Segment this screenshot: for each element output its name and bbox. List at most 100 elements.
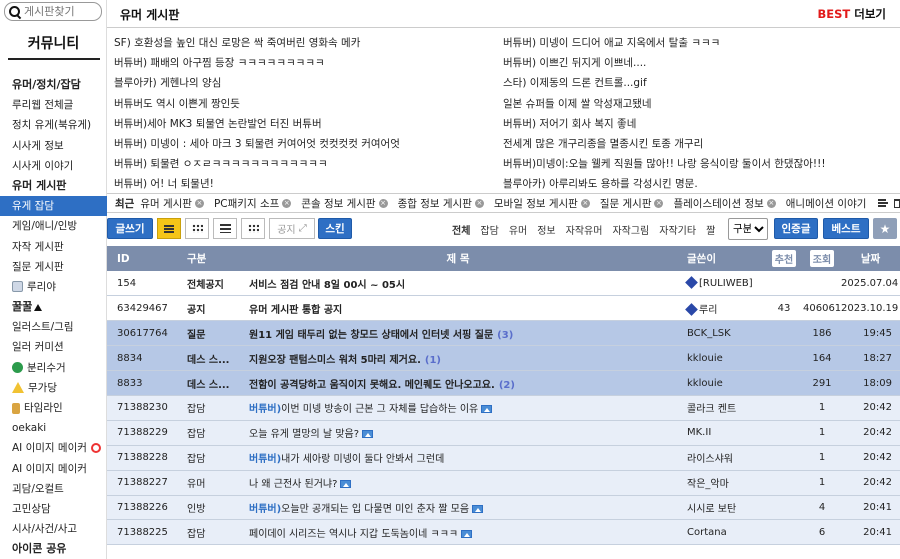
- recent-board-item[interactable]: 유머 게시판 ×: [140, 196, 204, 211]
- close-icon[interactable]: ×: [282, 198, 292, 208]
- best-post-link[interactable]: 버튜버) 저어기 회사 복지 좋네: [503, 114, 883, 134]
- col-recommend[interactable]: 추천: [765, 246, 803, 271]
- best-post-link[interactable]: 버튜버) 퇴물련 ㅇㅈㄹㅋㅋㅋㅋㅋㅋㅋㅋㅋㅋㅋㅋ: [114, 154, 494, 174]
- post-subject-link[interactable]: 지원오장 팬텀스미스 워처 5마리 제거요.: [249, 355, 421, 366]
- close-icon[interactable]: ×: [580, 198, 590, 208]
- menu-icon[interactable]: [878, 199, 889, 207]
- search-icon[interactable]: [9, 5, 21, 18]
- sidebar-item[interactable]: 시사/사건/사고: [0, 519, 107, 539]
- best-post-link[interactable]: 버튜버) 미넹이 : 세아 마크 3 퇴물련 커여어엇 컷컷컷컷 커여어엇: [114, 134, 494, 154]
- sidebar-item[interactable]: 고민상담: [0, 499, 107, 519]
- view-grid-button[interactable]: [185, 218, 209, 239]
- post-author[interactable]: 시시로 보탄: [687, 504, 736, 515]
- best-post-link[interactable]: 스타) 이제동의 드론 컨트롤...gif: [503, 73, 883, 93]
- post-author[interactable]: kklouie: [687, 353, 723, 364]
- recent-board-item[interactable]: 애니메이션 이야기: [786, 196, 867, 211]
- filter-tab[interactable]: 잡담: [480, 222, 498, 237]
- sidebar-item[interactable]: 괴담/오컬트: [0, 479, 107, 499]
- table-row[interactable]: 30617764 질문 원11 게임 태두리 없는 창모드 상태에서 인터넷 서핑 …: [107, 320, 900, 347]
- post-author[interactable]: kklouie: [687, 378, 723, 389]
- table-row[interactable]: 8833 데스 스... 전함이 공격당하고 움직이지 못해요. 메인퀘도 안나오고…: [107, 370, 900, 396]
- trash-icon[interactable]: [893, 198, 900, 208]
- best-posts-button[interactable]: 베스트: [823, 218, 869, 239]
- post-subject-link[interactable]: 내가 세아랑 미넹이 둘다 안봐서 그런데: [281, 454, 444, 465]
- filter-tab[interactable]: 유머: [509, 222, 527, 237]
- post-author[interactable]: [RULIWEB]: [699, 278, 753, 289]
- sidebar-item[interactable]: 루리웹 전체글: [0, 95, 107, 115]
- table-row[interactable]: 154 전체공지 서비스 점검 안내 8일 00시 ~ 05시 [RULIWEB] 20…: [107, 271, 900, 297]
- sidebar-item[interactable]: 시사게 정보: [0, 136, 107, 156]
- close-icon[interactable]: ×: [654, 198, 664, 208]
- post-subject-link[interactable]: 이번 미넹 방송이 근본 그 자체를 답습하는 이유: [281, 404, 478, 415]
- best-post-link[interactable]: 버튜버) 미넹이 드디어 애교 지옥에서 탈출 ㅋㅋㅋ: [503, 33, 883, 53]
- sidebar-item[interactable]: 유게 잡담: [0, 196, 107, 217]
- board-search-box[interactable]: [4, 2, 102, 21]
- table-row[interactable]: 8834 데스 스... 지원오장 팬텀스미스 워처 5마리 제거요. (1) kklo…: [107, 345, 900, 372]
- view-list-button[interactable]: [157, 218, 181, 239]
- filter-tab[interactable]: 전체: [452, 222, 470, 237]
- filter-tab[interactable]: 정보: [537, 222, 555, 237]
- sidebar-item[interactable]: 정치 유게(북유게): [0, 115, 107, 135]
- notice-toggle-button[interactable]: 공지 ⤢: [269, 218, 315, 239]
- comment-count[interactable]: (1): [425, 355, 441, 366]
- best-post-link[interactable]: 블루아카) 아루리봐도 용하를 각성시킨 명문.: [503, 174, 883, 194]
- post-author[interactable]: Cortana: [687, 527, 727, 538]
- post-author[interactable]: 루리: [699, 305, 717, 316]
- certified-posts-button[interactable]: 인증글: [774, 218, 818, 239]
- filter-tab[interactable]: 짤: [706, 222, 715, 237]
- best-post-link[interactable]: 버튜버) 어! 너 퇴물년!: [114, 174, 494, 194]
- sidebar-item[interactable]: 일러스트/그림: [0, 317, 107, 337]
- sidebar-item[interactable]: 시사게 이야기: [0, 156, 107, 176]
- post-subject-link[interactable]: 페이데이 시리즈는 역시나 지갑 도둑놈이네 ㅋㅋㅋ: [249, 529, 458, 540]
- close-icon[interactable]: ×: [474, 198, 484, 208]
- post-author[interactable]: BCK_LSK: [687, 328, 731, 339]
- best-post-link[interactable]: 버튜버)미넹이:오늘 웰케 직원들 많아!! 나랑 응식이랑 둘이서 한댔잖아!…: [503, 154, 883, 174]
- close-icon[interactable]: ×: [378, 198, 388, 208]
- table-row[interactable]: 63429467 공지 유머 게시판 통합 공지 루리 43 406061 2023.10.…: [107, 295, 900, 322]
- view-compact-button[interactable]: [213, 218, 237, 239]
- post-author[interactable]: MK.II: [687, 427, 711, 438]
- best-post-link[interactable]: 버튜버)세아 MK3 퇴물연 논란발언 터진 버튜버: [114, 114, 494, 134]
- recent-board-item[interactable]: 모바일 정보 게시판 ×: [494, 196, 590, 211]
- comment-count[interactable]: (3): [497, 330, 513, 341]
- best-post-link[interactable]: SF) 호환성을 높인 대신 로망은 싹 죽여버린 영화속 메카: [114, 33, 494, 53]
- table-row[interactable]: 71388226 인방 버튜버)오늘만 공개되는 입 다물면 미인 춘자 짤 모음 시…: [107, 495, 900, 521]
- col-views[interactable]: 조회: [803, 246, 841, 271]
- best-more-link[interactable]: BEST 더보기: [817, 6, 886, 22]
- best-post-link[interactable]: 블루아카) 게헨나의 양심: [114, 73, 494, 93]
- post-subject-link[interactable]: 원11 게임 태두리 없는 창모드 상태에서 인터넷 서핑 질문: [249, 330, 493, 341]
- sidebar-item[interactable]: oekaki: [0, 418, 107, 438]
- category-select[interactable]: 구분: [728, 218, 768, 240]
- post-subject-link[interactable]: 서비스 점검 안내 8일 00시 ~ 05시: [249, 280, 405, 291]
- star-icon[interactable]: ★: [873, 218, 897, 239]
- post-author[interactable]: 콜라크 켄트: [687, 404, 736, 415]
- filter-tab[interactable]: 자작그림: [612, 222, 649, 237]
- post-author[interactable]: 작은_악마: [687, 479, 729, 490]
- post-subject-link[interactable]: 오늘 유게 멸망의 날 맞음?: [249, 429, 359, 440]
- sidebar-item[interactable]: AI 이미지 메이커: [0, 438, 107, 458]
- best-post-link[interactable]: 전세계 많은 개구리종을 멸종시킨 토종 개구리: [503, 134, 883, 154]
- close-icon[interactable]: ×: [766, 198, 776, 208]
- post-author[interactable]: 라이스샤워: [687, 454, 733, 465]
- best-post-link[interactable]: 버튜버) 패배의 아구찜 등장 ㅋㅋㅋㅋㅋㅋㅋㅋㅋ: [114, 53, 494, 73]
- skin-button[interactable]: 스킨: [318, 218, 352, 239]
- post-subject-link[interactable]: 나 왜 근전사 된거냐?: [249, 479, 337, 490]
- view-album-button[interactable]: [241, 218, 265, 239]
- table-row[interactable]: 71388229 잡담 오늘 유게 멸망의 날 맞음? MK.II 1 20:42: [107, 420, 900, 446]
- post-subject-link[interactable]: 오늘만 공개되는 입 다물면 미인 춘자 짤 모음: [281, 504, 469, 515]
- table-row[interactable]: 71388230 잡담 버튜버)이번 미넹 방송이 근본 그 자체를 답습하는 이유…: [107, 395, 900, 421]
- post-subject-link[interactable]: 전함이 공격당하고 움직이지 못해요. 메인퀘도 안나오고요.: [249, 380, 495, 391]
- post-subject-link[interactable]: 유머 게시판 통합 공지: [249, 305, 342, 316]
- recent-board-item[interactable]: 콘솔 정보 게시판 ×: [301, 196, 388, 211]
- best-post-link[interactable]: 버튜버) 이쁘긴 뒤지게 이쁘네....: [503, 53, 883, 73]
- best-post-link[interactable]: 일본 슈퍼들 이제 쌀 악성재고됐네: [503, 94, 883, 114]
- recent-board-item[interactable]: 종합 정보 게시판 ×: [398, 196, 484, 211]
- write-button[interactable]: 글쓰기: [107, 218, 153, 239]
- close-icon[interactable]: ×: [194, 198, 204, 208]
- sidebar-item[interactable]: AI 이미지 메이커: [0, 459, 107, 479]
- comment-count[interactable]: (2): [499, 380, 515, 391]
- sidebar-item[interactable]: 타임라인: [0, 398, 107, 418]
- recent-board-item[interactable]: PC패키지 소프 ×: [214, 196, 292, 211]
- recent-board-item[interactable]: 질문 게시판 ×: [600, 196, 664, 211]
- sidebar-item[interactable]: 무가당: [0, 378, 107, 398]
